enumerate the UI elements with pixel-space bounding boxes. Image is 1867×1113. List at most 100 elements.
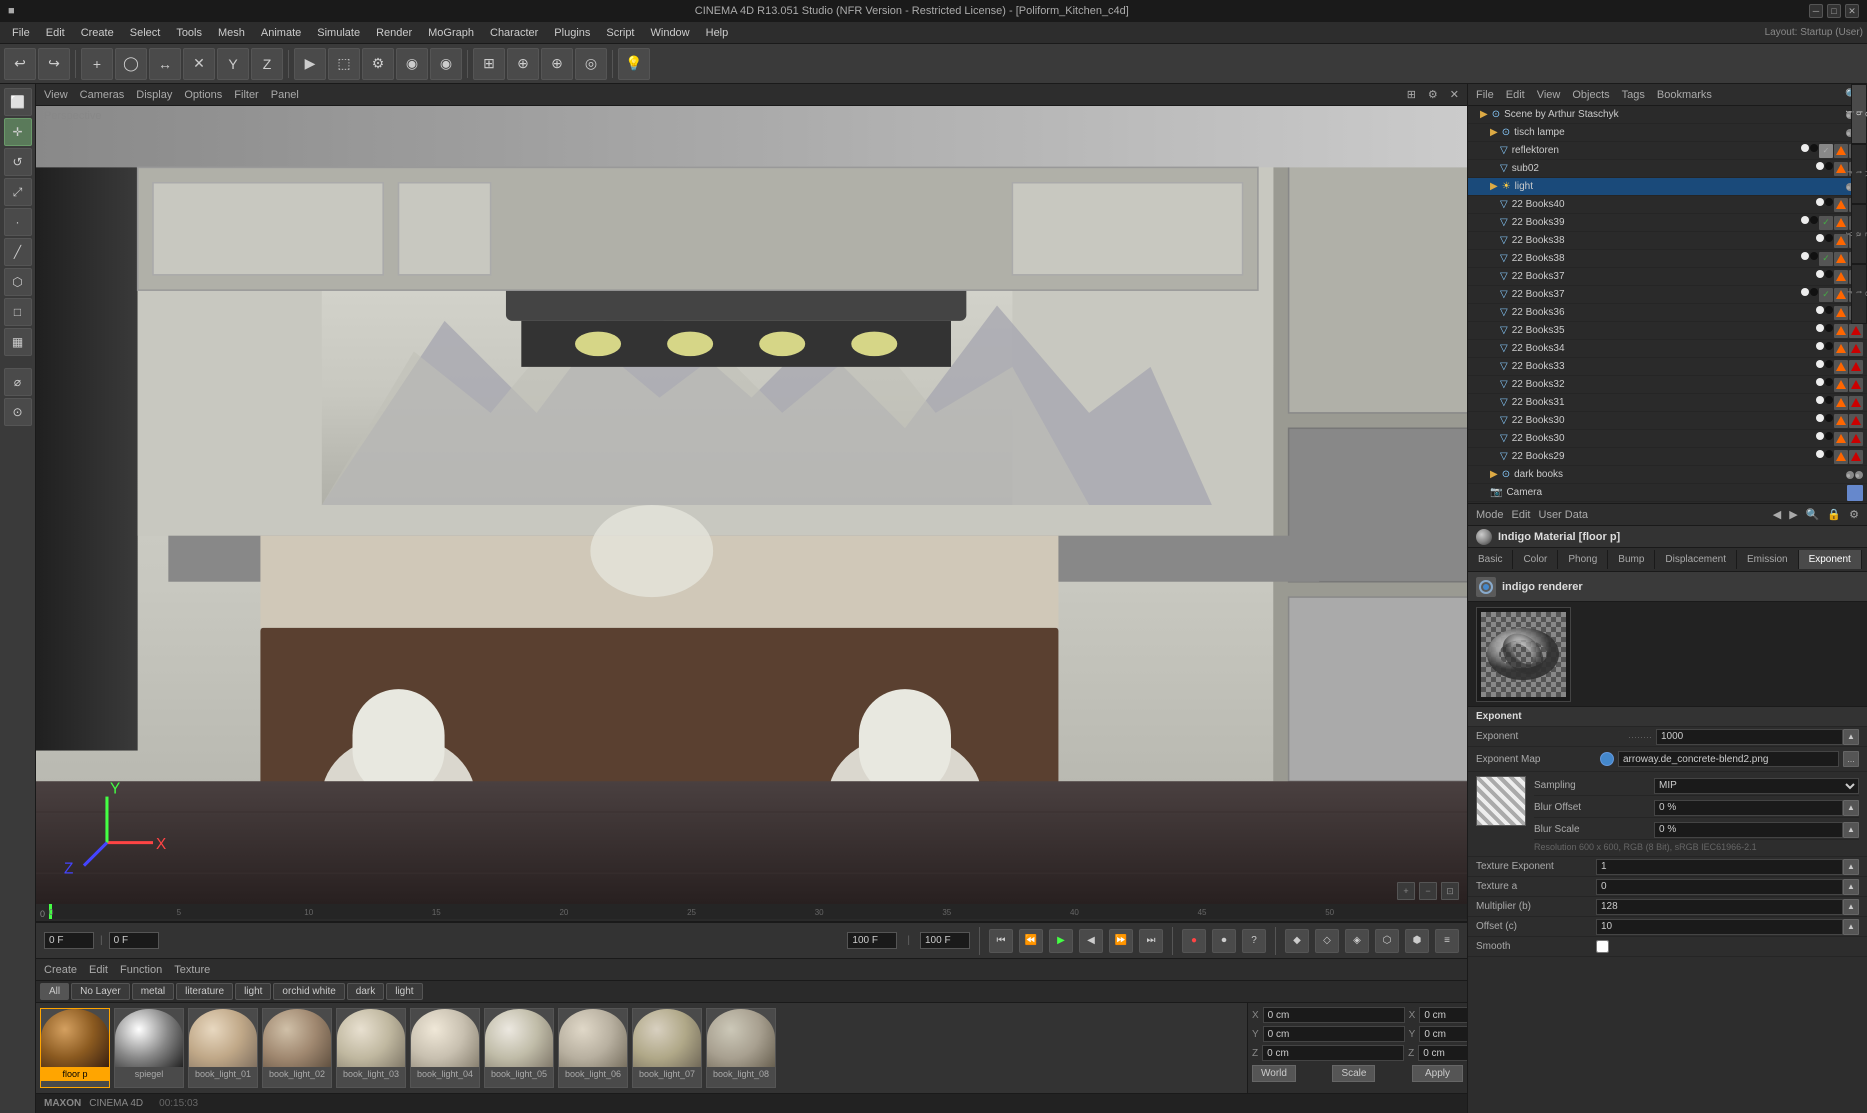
coord-x-pos[interactable] bbox=[1263, 1007, 1405, 1023]
obj-cam-icon[interactable] bbox=[1847, 485, 1863, 501]
obj-view-menu[interactable]: View bbox=[1537, 89, 1561, 101]
obj-file-menu[interactable]: File bbox=[1476, 89, 1494, 101]
edges-tool[interactable]: ╱ bbox=[4, 238, 32, 266]
obj-row-books35[interactable]: ▽ 22 Books35 bbox=[1468, 322, 1867, 340]
vp-zoom-in[interactable]: + bbox=[1397, 882, 1415, 900]
snap2-button[interactable]: ⊕ bbox=[541, 48, 573, 80]
mat-book-light-06[interactable]: book_light_06 bbox=[558, 1008, 628, 1088]
menu-animate[interactable]: Animate bbox=[253, 25, 309, 41]
right-tab-object[interactable]: Obj bbox=[1851, 84, 1867, 144]
obj-row-sub02[interactable]: ▽ sub02 bbox=[1468, 160, 1867, 178]
attr-tab-phong[interactable]: Phong bbox=[1558, 550, 1608, 569]
obj-row-scene-root[interactable]: ▶ ⊙ Scene by Arthur Staschyk ● ● bbox=[1468, 106, 1867, 124]
multiplier-input[interactable] bbox=[1596, 899, 1843, 915]
end-frame-input[interactable] bbox=[847, 932, 897, 949]
snap-button[interactable]: ⊕ bbox=[507, 48, 539, 80]
menu-file[interactable]: File bbox=[4, 25, 38, 41]
maximize-button[interactable]: □ bbox=[1827, 4, 1841, 18]
timeline-button[interactable]: ≡ bbox=[1435, 929, 1459, 953]
filter-light[interactable]: light bbox=[235, 983, 271, 1000]
blur-scale-input[interactable] bbox=[1654, 822, 1843, 838]
object-button[interactable]: ◯ bbox=[115, 48, 147, 80]
filter-all[interactable]: All bbox=[40, 983, 69, 1000]
menu-render[interactable]: Render bbox=[368, 25, 420, 41]
vp-fit[interactable]: ⊡ bbox=[1441, 882, 1459, 900]
obj-edit-menu[interactable]: Edit bbox=[1506, 89, 1525, 101]
fps-input[interactable] bbox=[920, 932, 970, 949]
new-object-button[interactable]: + bbox=[81, 48, 113, 80]
prev-frame-button[interactable]: ⏪ bbox=[1019, 929, 1043, 953]
filter-metal[interactable]: metal bbox=[132, 983, 174, 1000]
viewport-display-menu[interactable]: Display bbox=[136, 89, 172, 101]
select-tool[interactable]: ⬜ bbox=[4, 88, 32, 116]
menu-character[interactable]: Character bbox=[482, 25, 546, 41]
menu-edit[interactable]: Edit bbox=[38, 25, 73, 41]
offset-up-btn[interactable]: ▲ bbox=[1843, 919, 1859, 935]
viewport-panel-menu[interactable]: Panel bbox=[271, 89, 299, 101]
magnet-tool[interactable]: ⌀ bbox=[4, 368, 32, 396]
obj-row-books32[interactable]: ▽ 22 Books32 bbox=[1468, 376, 1867, 394]
filter-literature[interactable]: literature bbox=[176, 983, 233, 1000]
coord-y-pos[interactable] bbox=[1263, 1026, 1405, 1042]
obj-row-books38b[interactable]: ▽ 22 Books38 ✓ bbox=[1468, 250, 1867, 268]
light-button[interactable]: 💡 bbox=[618, 48, 650, 80]
scale-button[interactable]: Scale bbox=[1332, 1065, 1375, 1082]
move-tool[interactable]: ✛ bbox=[4, 118, 32, 146]
obj-row-camera[interactable]: 📷 Camera bbox=[1468, 484, 1867, 502]
z-axis-button[interactable]: Z bbox=[251, 48, 283, 80]
obj-vis-icon-3[interactable] bbox=[1816, 162, 1824, 170]
texture-tool[interactable]: ▦ bbox=[4, 328, 32, 356]
obj-bookmarks-menu[interactable]: Bookmarks bbox=[1657, 89, 1712, 101]
world-button[interactable]: World bbox=[1252, 1065, 1296, 1082]
obj-check-icon-2[interactable]: ✓ bbox=[1819, 144, 1833, 158]
start-frame-input[interactable] bbox=[109, 932, 159, 949]
viewport-filter-menu[interactable]: Filter bbox=[234, 89, 258, 101]
obj-row-tischlampe[interactable]: ▶ ⊙ tisch lampe ● ● bbox=[1468, 124, 1867, 142]
go-end-button[interactable]: ⏭ bbox=[1139, 929, 1163, 953]
obj-mat-icon-3[interactable] bbox=[1825, 162, 1833, 170]
obj-row-light[interactable]: ▶ ☀ light ● ● bbox=[1468, 178, 1867, 196]
model-tool[interactable]: □ bbox=[4, 298, 32, 326]
obj-row-books30a[interactable]: ▽ 22 Books30 bbox=[1468, 412, 1867, 430]
keyframe3-button[interactable]: ◈ bbox=[1345, 929, 1369, 953]
snap3-button[interactable]: ◎ bbox=[575, 48, 607, 80]
keyframe4-button[interactable]: ⬡ bbox=[1375, 929, 1399, 953]
right-tab-attributes[interactable]: Atr bbox=[1851, 144, 1867, 204]
play-button[interactable]: ▶ bbox=[1049, 929, 1073, 953]
exponent-input[interactable] bbox=[1656, 729, 1843, 745]
obj-row-books34[interactable]: ▽ 22 Books34 bbox=[1468, 340, 1867, 358]
attr-tab-exponent[interactable]: Exponent bbox=[1799, 550, 1862, 569]
obj-row-books37b[interactable]: ▽ 22 Books37 ✓ bbox=[1468, 286, 1867, 304]
obj-row-books31[interactable]: ▽ 22 Books31 bbox=[1468, 394, 1867, 412]
render-all-button[interactable]: ◉ bbox=[430, 48, 462, 80]
go-start-button[interactable]: ⏮ bbox=[989, 929, 1013, 953]
current-frame-input[interactable] bbox=[44, 932, 94, 949]
object-tree[interactable]: ▶ ⊙ Scene by Arthur Staschyk ● ● ▶ ⊙ tis… bbox=[1468, 106, 1867, 503]
menu-select[interactable]: Select bbox=[122, 25, 169, 41]
exponent-map-file-input[interactable] bbox=[1618, 751, 1839, 767]
mat-create-menu[interactable]: Create bbox=[44, 964, 77, 976]
attr-lock-icon[interactable]: 🔒 bbox=[1827, 508, 1841, 521]
texture-a-up-btn[interactable]: ▲ bbox=[1843, 879, 1859, 895]
close-button[interactable]: ✕ bbox=[1845, 4, 1859, 18]
apply-button[interactable]: Apply bbox=[1412, 1065, 1463, 1082]
record-button[interactable]: ● bbox=[1182, 929, 1206, 953]
attr-mode-menu[interactable]: Mode bbox=[1476, 509, 1504, 521]
obj-row-books38a[interactable]: ▽ 22 Books38 bbox=[1468, 232, 1867, 250]
y-axis-button[interactable]: Y bbox=[217, 48, 249, 80]
mat-spiegel[interactable]: spiegel bbox=[114, 1008, 184, 1088]
mat-book-light-08[interactable]: book_light_08 bbox=[706, 1008, 776, 1088]
viewport-settings-icon[interactable]: ⚙ bbox=[1428, 88, 1438, 101]
attr-tab-absorption[interactable]: Absorption Layer bbox=[1862, 545, 1867, 575]
obj-row-books36[interactable]: ▽ 22 Books36 bbox=[1468, 304, 1867, 322]
obj-row-dark-books[interactable]: ▶ ⊙ dark books ● ● bbox=[1468, 466, 1867, 484]
mat-book-light-05[interactable]: book_light_05 bbox=[484, 1008, 554, 1088]
rotate-tool[interactable]: ↺ bbox=[4, 148, 32, 176]
play-reverse-button[interactable]: ◀ bbox=[1079, 929, 1103, 953]
3d-viewport[interactable]: X Y Z Perspective + − ⊡ bbox=[36, 106, 1467, 904]
attr-settings-icon[interactable]: ⚙ bbox=[1849, 508, 1859, 521]
render-settings-button[interactable]: ⚙ bbox=[362, 48, 394, 80]
exponent-map-browse-btn[interactable]: … bbox=[1843, 751, 1859, 767]
mat-texture-menu[interactable]: Texture bbox=[174, 964, 210, 976]
mat-floor-p[interactable]: floor p bbox=[40, 1008, 110, 1088]
